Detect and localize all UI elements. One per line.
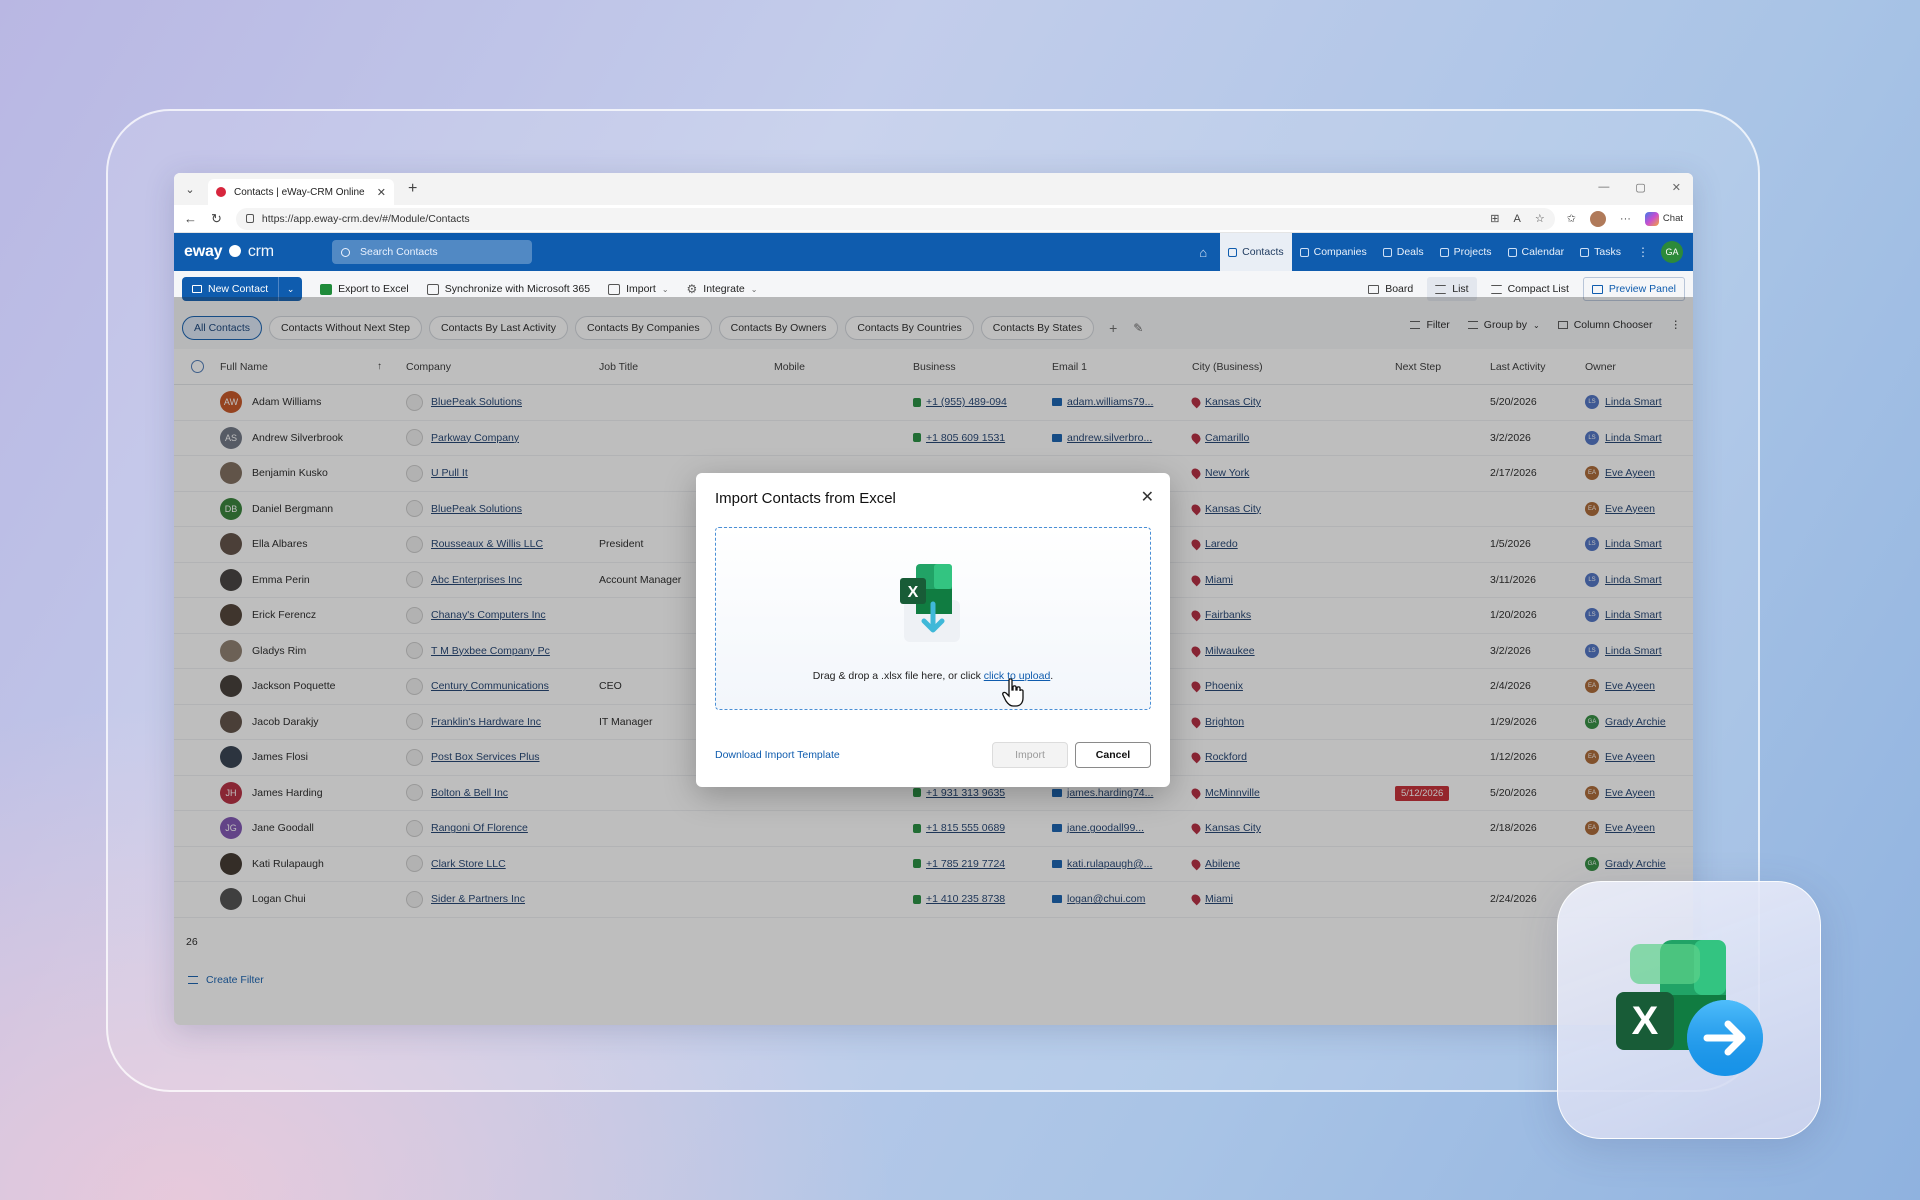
minimize-icon[interactable]: — <box>1598 181 1609 194</box>
copilot-icon <box>1644 211 1659 226</box>
lock-icon <box>245 214 254 223</box>
nav-deals[interactable]: Deals <box>1375 233 1432 271</box>
import-label: Import <box>626 283 656 295</box>
chevron-down-icon: ⌄ <box>661 284 669 294</box>
board-icon <box>1368 284 1380 294</box>
browser-tab[interactable]: Contacts | eWay-CRM Online ✕ <box>208 179 394 205</box>
url-text: https://app.eway-crm.dev/#/Module/Contac… <box>261 212 470 225</box>
tasks-icon <box>1580 247 1590 257</box>
compact-list-icon <box>1490 284 1502 294</box>
tab-title: Contacts | eWay-CRM Online <box>234 186 365 198</box>
nav-label: Tasks <box>1594 246 1621 258</box>
hand-cursor-icon <box>1002 678 1024 707</box>
excel-import-icon: X <box>900 564 960 642</box>
search-icon <box>341 247 350 257</box>
calendar-icon <box>1507 247 1517 257</box>
preview-panel-icon <box>1591 284 1603 294</box>
close-icon[interactable]: ✕ <box>1141 487 1154 507</box>
more-icon[interactable]: ··· <box>1620 213 1631 225</box>
excel-import-app-tile: X <box>1557 881 1821 1139</box>
excel-icon <box>320 283 333 295</box>
nav-more-icon[interactable]: ⋮ <box>1629 245 1657 259</box>
address-bar: ← ↻ https://app.eway-crm.dev/#/Module/Co… <box>174 205 1693 233</box>
cancel-button[interactable]: Cancel <box>1075 742 1151 768</box>
drop-text: Drag & drop a .xlsx file here, or click <box>812 670 984 682</box>
integrate-menu-button[interactable]: ⚙ Integrate ⌄ <box>687 282 758 296</box>
search-placeholder: Search Contacts <box>360 246 438 258</box>
dialog-title: Import Contacts from Excel <box>715 490 896 507</box>
sync-icon <box>426 283 439 295</box>
import-dialog: Import Contacts from Excel ✕ X Drag & dr… <box>696 473 1170 787</box>
sync-label: Synchronize with Microsoft 365 <box>444 283 591 295</box>
close-window-icon[interactable]: ✕ <box>1672 181 1681 194</box>
companies-icon <box>1299 247 1309 257</box>
nav-contacts[interactable]: Contacts <box>1220 233 1292 271</box>
list-icon <box>1435 284 1447 294</box>
home-icon[interactable]: ⌂ <box>1186 233 1220 271</box>
logo-suffix: crm <box>247 243 274 260</box>
export-label: Export to Excel <box>338 283 409 295</box>
import-icon <box>608 283 621 295</box>
copilot-chat-button[interactable]: Chat <box>1644 211 1683 226</box>
nav-tasks[interactable]: Tasks <box>1572 233 1629 271</box>
integrate-icon: ⚙ <box>686 282 698 296</box>
import-button[interactable]: Import <box>992 742 1068 768</box>
nav-label: Companies <box>1313 246 1367 258</box>
board-label: Board <box>1385 283 1414 295</box>
back-icon[interactable]: ← <box>184 211 197 226</box>
nav-label: Contacts <box>1242 246 1284 258</box>
deals-icon <box>1382 247 1392 257</box>
browser-actions: ✩ ··· Chat <box>1567 210 1683 227</box>
search-input[interactable]: Search Contacts <box>332 240 532 264</box>
svg-text:X: X <box>908 584 919 601</box>
nav-calendar[interactable]: Calendar <box>1500 233 1573 271</box>
new-contact-label: New Contact <box>208 283 269 295</box>
chevron-down-icon: ⌄ <box>750 284 758 294</box>
nav-label: Calendar <box>1521 246 1565 258</box>
integrate-label: Integrate <box>703 283 745 295</box>
preview-panel-label: Preview Panel <box>1608 283 1676 295</box>
excel-arrow-icon: X <box>1616 940 1763 1076</box>
app-icon[interactable]: ⊞ <box>1490 212 1499 225</box>
import-menu-button[interactable]: Import ⌄ <box>608 283 669 295</box>
reload-icon[interactable]: ↻ <box>211 211 222 227</box>
url-icons: ⊞ A ☆ <box>1490 212 1545 226</box>
nav-projects[interactable]: Projects <box>1432 233 1500 271</box>
logo-mark-icon <box>228 245 241 257</box>
file-dropzone[interactable]: X Drag & drop a .xlsx file here, or clic… <box>715 527 1151 710</box>
svg-text:X: X <box>1632 999 1659 1043</box>
export-excel-button[interactable]: Export to Excel <box>320 283 409 295</box>
favorites-icon[interactable]: ✩ <box>1567 212 1576 225</box>
new-tab-icon[interactable]: + <box>408 180 417 198</box>
compact-list-label: Compact List <box>1507 283 1569 295</box>
sync-m365-button[interactable]: Synchronize with Microsoft 365 <box>426 283 591 295</box>
read-aloud-icon[interactable]: A <box>1513 213 1520 225</box>
projects-icon <box>1439 247 1449 257</box>
eway-logo[interactable]: eway crm <box>184 243 274 261</box>
nav-label: Projects <box>1453 246 1492 258</box>
tab-actions-icon[interactable]: ⌄ <box>180 179 200 199</box>
contact-card-icon <box>192 285 202 293</box>
main-nav: ⌂ Contacts Companies Deals Projects Cale… <box>1186 233 1693 271</box>
nav-label: Deals <box>1396 246 1424 258</box>
dropzone-instructions: Drag & drop a .xlsx file here, or click … <box>716 670 1150 682</box>
download-template-link[interactable]: Download Import Template <box>715 749 840 761</box>
app-header: eway crm Search Contacts ⌂ Contacts Comp… <box>174 233 1693 271</box>
favicon-icon <box>216 187 226 197</box>
favorite-star-icon[interactable]: ☆ <box>1535 212 1545 225</box>
maximize-icon[interactable]: ▢ <box>1635 181 1645 194</box>
chat-label: Chat <box>1662 213 1683 224</box>
window-controls: — ▢ ✕ <box>1598 181 1681 194</box>
list-label: List <box>1452 283 1469 295</box>
url-field[interactable]: https://app.eway-crm.dev/#/Module/Contac… <box>235 207 1555 230</box>
nav-companies[interactable]: Companies <box>1292 233 1375 271</box>
browser-tabbar: ⌄ Contacts | eWay-CRM Online ✕ + — ▢ ✕ <box>174 173 1693 205</box>
contacts-icon <box>1228 247 1238 257</box>
logo-main: eway <box>184 243 223 260</box>
drop-text-end: . <box>1050 670 1054 682</box>
profile-avatar[interactable] <box>1589 210 1606 227</box>
close-tab-icon[interactable]: ✕ <box>377 186 386 199</box>
user-avatar[interactable]: GA <box>1661 241 1683 263</box>
